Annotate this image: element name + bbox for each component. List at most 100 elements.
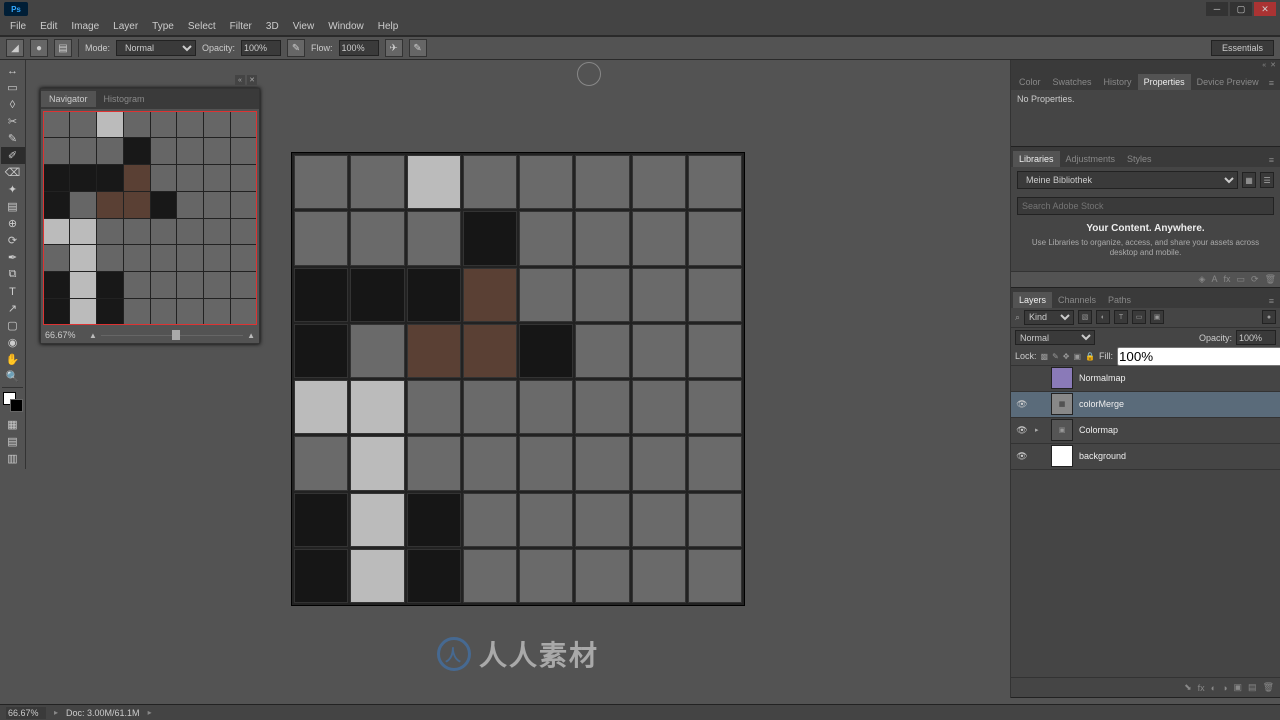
layer-name[interactable]: background: [1079, 451, 1126, 461]
library-select[interactable]: Meine Bibliothek: [1017, 171, 1238, 189]
visibility-icon[interactable]: 👁: [1015, 397, 1029, 411]
tab-layers[interactable]: Layers: [1013, 292, 1052, 308]
brush-panel-toggle-icon[interactable]: ▤: [54, 39, 72, 57]
tab-properties[interactable]: Properties: [1138, 74, 1191, 90]
library-search-input[interactable]: [1017, 197, 1274, 215]
pressure-opacity-icon[interactable]: ✎: [287, 39, 305, 57]
tab-swatches[interactable]: Swatches: [1047, 74, 1098, 90]
zoom-tool-icon[interactable]: 🔍: [1, 368, 25, 385]
lib-delete-icon[interactable]: 🗑: [1265, 274, 1276, 285]
tool-preset-icon[interactable]: ◢: [6, 39, 24, 57]
tab-device-preview[interactable]: Device Preview: [1191, 74, 1265, 90]
tab-paths[interactable]: Paths: [1102, 292, 1137, 308]
pressure-size-icon[interactable]: ✎: [409, 39, 427, 57]
flow-input[interactable]: [339, 40, 379, 56]
lock-all-icon[interactable]: 🔒: [1085, 349, 1095, 363]
lib-add-layer-icon[interactable]: fx: [1223, 274, 1230, 284]
layer-group-icon[interactable]: ▣: [1234, 682, 1243, 693]
move-tool-icon[interactable]: ↔: [1, 62, 25, 79]
color-swatches[interactable]: [3, 392, 23, 412]
healing-tool-icon[interactable]: ✦: [1, 181, 25, 198]
navigator-zoom-value[interactable]: 66.67%: [45, 330, 85, 340]
path-tool-icon[interactable]: ⧉: [1, 266, 25, 283]
navigator-zoom-slider[interactable]: [101, 335, 243, 336]
lock-position-icon[interactable]: ✥: [1063, 349, 1070, 363]
visibility-icon[interactable]: 👁: [1015, 423, 1029, 437]
minimize-button[interactable]: ─: [1206, 2, 1228, 16]
layer-name[interactable]: colorMerge: [1079, 399, 1124, 409]
close-icon[interactable]: ✕: [247, 75, 257, 85]
pen-tool-icon[interactable]: ✒: [1, 249, 25, 266]
screenmode-0-icon[interactable]: ▦: [1, 416, 25, 433]
status-arrow-icon[interactable]: ▸: [54, 708, 58, 717]
layer-row-colormerge[interactable]: 👁▦colorMerge: [1011, 392, 1280, 418]
clone-tool-icon[interactable]: ▤: [1, 198, 25, 215]
list-view-icon[interactable]: ☰: [1260, 172, 1274, 188]
navigator-panel[interactable]: « ✕ Navigator Histogram 66.67% ▲ ▲: [40, 88, 260, 344]
layer-delete-icon[interactable]: 🗑: [1263, 682, 1274, 693]
tab-color[interactable]: Color: [1013, 74, 1047, 90]
lib-sync-icon[interactable]: ⟳: [1251, 274, 1259, 285]
layer-adjust-icon[interactable]: ◑: [1222, 683, 1227, 693]
tab-histogram[interactable]: Histogram: [96, 91, 153, 107]
layer-row-normalmap[interactable]: Normalmap: [1011, 366, 1280, 392]
status-zoom-input[interactable]: [6, 707, 46, 719]
tab-adjustments[interactable]: Adjustments: [1060, 151, 1122, 167]
layer-mask-icon[interactable]: ◐: [1211, 683, 1216, 693]
menu-layer[interactable]: Layer: [107, 19, 144, 34]
lib-add-color-icon[interactable]: ▭: [1237, 274, 1246, 285]
lock-artboard-icon[interactable]: ▣: [1073, 349, 1081, 363]
menu-edit[interactable]: Edit: [34, 19, 63, 34]
panel-menu-icon[interactable]: ≡: [1265, 76, 1278, 90]
airbrush-icon[interactable]: ✈: [385, 39, 403, 57]
menu-file[interactable]: File: [4, 19, 32, 34]
lib-add-graphic-icon[interactable]: ◈: [1199, 274, 1206, 285]
tab-navigator[interactable]: Navigator: [41, 91, 96, 107]
grid-view-icon[interactable]: ▦: [1242, 172, 1256, 188]
menu-image[interactable]: Image: [65, 19, 105, 34]
hand-tool-icon[interactable]: ✋: [1, 351, 25, 368]
close-button[interactable]: ✕: [1254, 2, 1276, 16]
layer-new-icon[interactable]: ▤: [1248, 682, 1257, 693]
filter-shape-icon[interactable]: ▭: [1132, 310, 1146, 324]
collapse-icon[interactable]: «: [235, 75, 245, 85]
lock-transparent-icon[interactable]: ▩: [1041, 349, 1049, 363]
gradient-tool-icon[interactable]: ⊕: [1, 215, 25, 232]
tab-history[interactable]: History: [1098, 74, 1138, 90]
lock-pixels-icon[interactable]: ✎: [1052, 349, 1059, 363]
fill-input[interactable]: [1117, 347, 1280, 366]
visibility-icon[interactable]: 👁: [1015, 449, 1029, 463]
document-canvas[interactable]: [291, 152, 745, 606]
filter-adjust-icon[interactable]: ◐: [1096, 310, 1110, 324]
filter-icon[interactable]: ⌕: [1015, 312, 1020, 323]
menu-window[interactable]: Window: [322, 19, 370, 34]
menu-help[interactable]: Help: [372, 19, 405, 34]
layer-opacity-input[interactable]: [1236, 330, 1276, 345]
panel-menu-icon[interactable]: ≡: [1265, 153, 1278, 167]
layer-row-colormap[interactable]: 👁▸▣Colormap: [1011, 418, 1280, 444]
screenmode-2-icon[interactable]: ▥: [1, 450, 25, 467]
menu-view[interactable]: View: [287, 19, 321, 34]
visibility-icon[interactable]: [1015, 371, 1029, 385]
marquee-tool-icon[interactable]: ▭: [1, 79, 25, 96]
eraser-tool-icon[interactable]: ⌫: [1, 164, 25, 181]
brush-preset-icon[interactable]: ●: [30, 39, 48, 57]
status-more-icon[interactable]: ▸: [148, 708, 152, 717]
layer-name[interactable]: Normalmap: [1079, 373, 1126, 383]
layer-fx-icon[interactable]: fx: [1198, 683, 1205, 693]
expand-icon[interactable]: ▸: [1035, 426, 1045, 434]
blur-tool-icon[interactable]: ⟳: [1, 232, 25, 249]
tab-channels[interactable]: Channels: [1052, 292, 1102, 308]
blend-mode-select[interactable]: Normal: [116, 40, 196, 56]
opacity-input[interactable]: [241, 40, 281, 56]
filter-type-icon[interactable]: T: [1114, 310, 1128, 324]
tab-libraries[interactable]: Libraries: [1013, 151, 1060, 167]
collapse-icon[interactable]: «: [1262, 62, 1266, 69]
shape-tool-icon[interactable]: ▢: [1, 317, 25, 334]
dodge-tool-icon[interactable]: ◉: [1, 334, 25, 351]
filter-pixel-icon[interactable]: ▧: [1078, 310, 1092, 324]
layer-thumbnail[interactable]: ▣: [1051, 419, 1073, 441]
panel-menu-icon[interactable]: ≡: [1265, 294, 1278, 308]
layer-blend-select[interactable]: Normal: [1015, 330, 1095, 345]
zoom-out-icon[interactable]: ▲: [89, 331, 97, 340]
